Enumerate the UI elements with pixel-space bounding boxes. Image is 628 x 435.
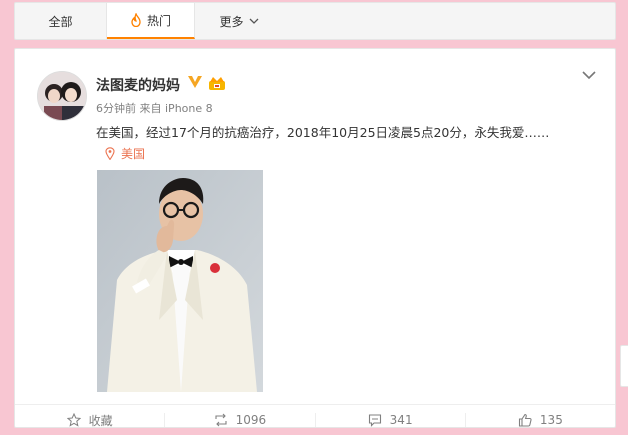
comment-icon <box>368 414 381 427</box>
source-prefix: 来自 <box>139 102 162 115</box>
location-label: 美国 <box>121 147 146 161</box>
tab-more[interactable]: 更多 <box>195 3 283 39</box>
post-text: 在美国，经过17个月的抗癌治疗，2018年10月25日凌晨5点20分，永失我爱…… <box>96 125 550 140</box>
tab-hot-label: 热门 <box>146 13 171 28</box>
flame-icon <box>131 13 141 27</box>
post-location[interactable]: 美国 <box>105 145 145 162</box>
star-icon <box>66 413 81 427</box>
post-time[interactable]: 6分钟前 <box>96 102 136 115</box>
post-action-bar: 收藏 1096 341 135 <box>15 404 615 435</box>
avatar[interactable] <box>37 71 87 121</box>
post-image[interactable] <box>97 170 263 392</box>
chevron-down-icon <box>249 18 258 24</box>
repost-icon <box>215 413 227 427</box>
post-username[interactable]: 法图麦的妈妈 <box>96 75 180 95</box>
comment-button[interactable]: 341 <box>316 413 466 427</box>
like-button[interactable]: 135 <box>466 413 615 427</box>
tab-more-label: 更多 <box>219 14 244 29</box>
post-meta: 6分钟前 来自 iPhone 8 <box>96 100 213 116</box>
tab-hot[interactable]: 热门 <box>107 3 195 39</box>
favorite-button[interactable]: 收藏 <box>15 413 166 428</box>
chevron-down-icon[interactable] <box>581 69 597 81</box>
repost-count: 1096 <box>235 413 267 427</box>
tab-all[interactable]: 全部 <box>15 3 107 39</box>
side-floating-tab[interactable] <box>620 345 628 387</box>
favorite-label: 收藏 <box>88 413 113 428</box>
tab-all-label: 全部 <box>48 14 73 29</box>
verified-badge-icon <box>188 76 202 88</box>
man-in-white-tuxedo-photo <box>97 170 263 392</box>
post-source: iPhone 8 <box>165 102 213 115</box>
crown-icon[interactable] <box>208 75 226 91</box>
post-card: 法图麦的妈妈 6分钟前 来自 iPhone 8 在美国，经过17个月的抗癌治疗，… <box>14 48 616 428</box>
avatar-photo <box>38 72 86 120</box>
comment-count: 341 <box>389 413 413 427</box>
like-count: 135 <box>539 413 563 427</box>
feed-tab-bar: 全部 热门 更多 <box>14 2 616 40</box>
repost-button[interactable]: 1096 <box>165 413 316 427</box>
thumbs-up-icon <box>518 413 532 427</box>
location-pin-icon <box>105 147 115 160</box>
